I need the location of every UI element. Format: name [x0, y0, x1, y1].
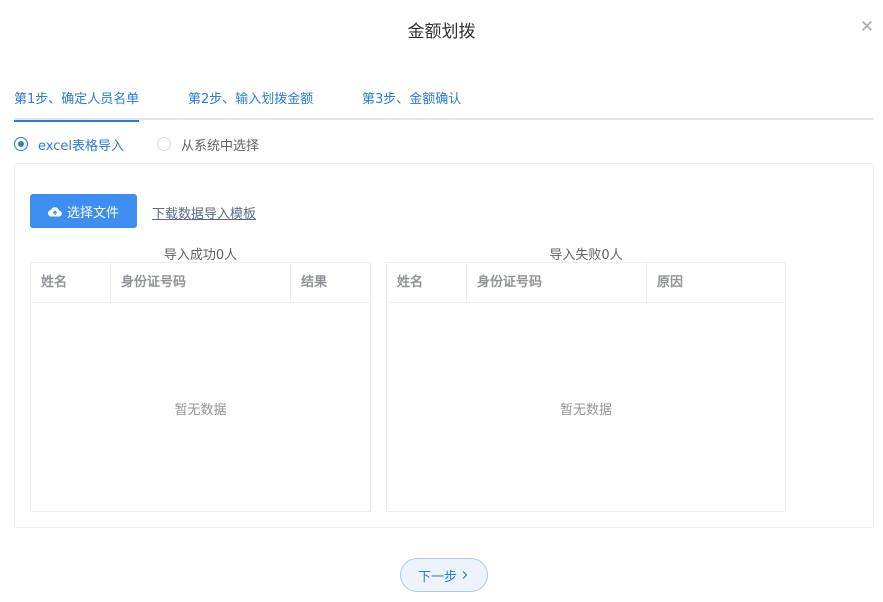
cloud-upload-icon: [48, 206, 62, 217]
chevron-right-icon: [462, 571, 468, 579]
column-header-name: 姓名: [387, 263, 467, 303]
select-file-label: 选择文件: [66, 205, 119, 221]
column-header-id-number: 身份证号码: [467, 263, 647, 303]
column-header-name: 姓名: [31, 263, 111, 303]
tab-step-3[interactable]: 第3步、金额确认: [362, 90, 461, 120]
dialog-title: 金额划拨: [407, 22, 476, 42]
radio-label: 从系统中选择: [181, 138, 260, 154]
step-tabs: 第1步、确定人员名单 第2步、输入划拨金额 第3步、金额确认: [14, 90, 874, 122]
radio-system-select[interactable]: 从系统中选择: [157, 135, 260, 154]
table-header: 姓名 身份证号码 结果: [31, 263, 370, 303]
next-step-button[interactable]: 下一步: [400, 558, 488, 592]
empty-text: 暂无数据: [559, 403, 612, 418]
success-table: 姓名 身份证号码 结果 暂无数据: [30, 262, 371, 512]
column-header-id-number: 身份证号码: [111, 263, 291, 303]
radio-label: excel表格导入: [38, 138, 124, 154]
radio-excel-import[interactable]: excel表格导入: [14, 135, 124, 154]
select-file-button[interactable]: 选择文件: [30, 194, 137, 228]
success-table-caption: 导入成功0人: [163, 248, 238, 263]
tab-step-1[interactable]: 第1步、确定人员名单: [14, 90, 140, 122]
column-header-result: 结果: [301, 275, 328, 290]
empty-text: 暂无数据: [174, 403, 227, 418]
failure-table-caption: 导入失败0人: [549, 248, 623, 263]
radio-button[interactable]: [157, 137, 171, 151]
failure-table: 姓名 身份证号码 原因 暂无数据: [386, 262, 786, 512]
radio-button[interactable]: [14, 137, 28, 151]
tab-step-2[interactable]: 第2步、输入划拨金额: [188, 90, 313, 120]
table-header: 姓名 身份证号码 原因: [387, 263, 786, 303]
column-header-reason: 原因: [647, 263, 786, 303]
close-icon[interactable]: ✕: [858, 18, 876, 36]
next-step-label: 下一步: [417, 569, 457, 585]
download-template-link[interactable]: 下载数据导入模板: [152, 203, 256, 222]
